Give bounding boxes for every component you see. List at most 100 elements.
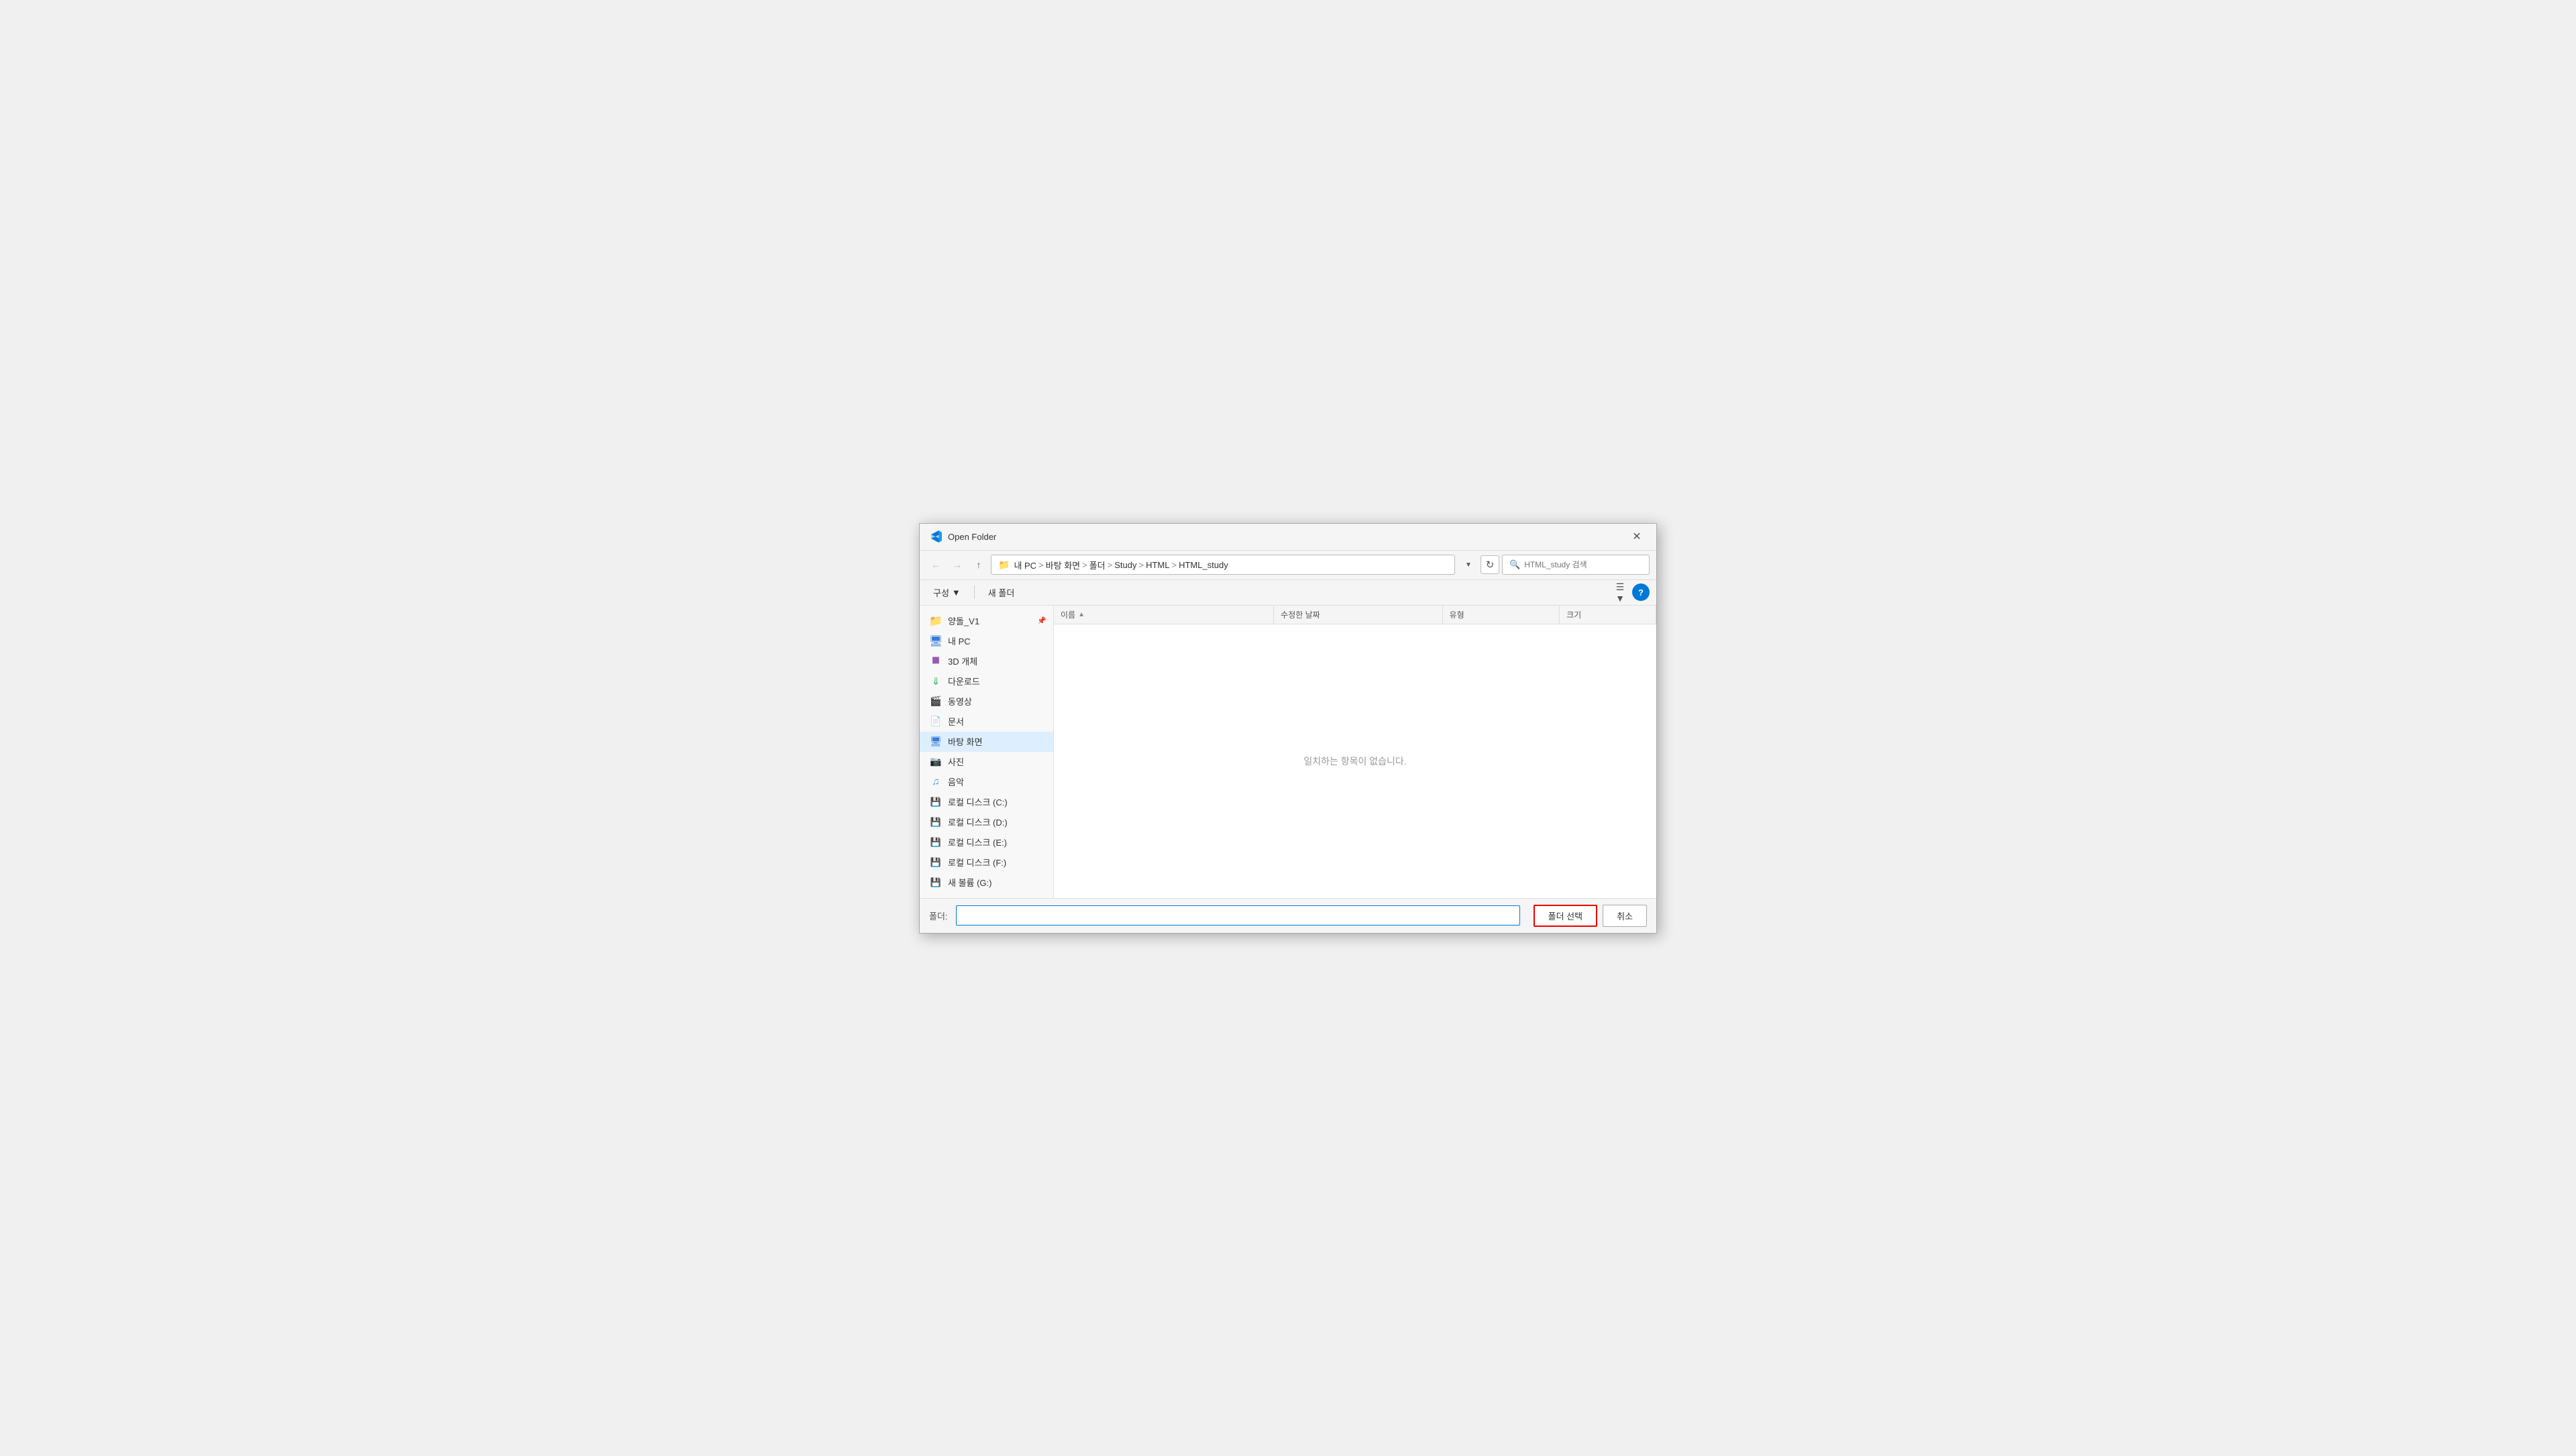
drive-icon-f: 💾: [929, 856, 943, 869]
3d-icon: ⯀: [929, 655, 943, 668]
drive-icon-g: 💾: [929, 876, 943, 889]
column-size-label: 크기: [1566, 609, 1581, 620]
sidebar-item-video[interactable]: 🎬 동영상: [920, 691, 1053, 712]
column-name-label: 이름: [1061, 609, 1075, 620]
file-header: 이름 ▲ 수정한 날짜 유형 크기: [1054, 606, 1656, 624]
toolbar: 구성 ▼ 새 폴더 ☰ ▼ ?: [920, 580, 1656, 606]
sidebar-item-local-c[interactable]: 💾 로컬 디스크 (C:): [920, 792, 1053, 812]
vscode-icon: [929, 530, 943, 543]
sidebar-label-local-e: 로컬 디스크 (E:): [948, 836, 1007, 848]
sidebar-item-local-f[interactable]: 💾 로컬 디스크 (F:): [920, 852, 1053, 873]
folder-label: 폴더:: [929, 909, 948, 922]
sidebar-label-mypc: 내 PC: [948, 634, 971, 647]
sidebar-label-music: 음악: [948, 775, 964, 788]
search-input[interactable]: [1524, 560, 1642, 569]
config-button[interactable]: 구성 ▼: [926, 583, 967, 602]
refresh-button[interactable]: ↻: [1481, 555, 1499, 574]
help-button[interactable]: ?: [1632, 583, 1650, 601]
title-bar: Open Folder ✕: [920, 524, 1656, 551]
pc-icon: 🖥: [929, 634, 943, 648]
sidebar-label-photo: 사진: [948, 755, 964, 768]
sidebar-label-3d: 3D 개체: [948, 655, 977, 667]
dialog-title: Open Folder: [948, 532, 1627, 542]
forward-button[interactable]: →: [948, 555, 967, 574]
close-button[interactable]: ✕: [1627, 526, 1647, 547]
sidebar-item-photo[interactable]: 📷 사진: [920, 752, 1053, 772]
path-dropdown-button[interactable]: ▼: [1459, 555, 1478, 574]
drive-icon-e: 💾: [929, 836, 943, 849]
config-label: 구성: [933, 586, 949, 599]
sidebar-label-doc: 문서: [948, 715, 964, 728]
sidebar-label-desktop: 바탕 화면: [948, 735, 982, 748]
sidebar-item-doc[interactable]: 📄 문서: [920, 712, 1053, 732]
cancel-button[interactable]: 취소: [1603, 905, 1647, 927]
file-area: 이름 ▲ 수정한 날짜 유형 크기 일치하는 항목이 없습니다.: [1054, 606, 1656, 898]
folder-icon: 📁: [929, 614, 943, 628]
bottom-bar: 폴더: 폴더 선택 취소: [920, 898, 1656, 933]
sidebar-label-video: 동영상: [948, 695, 972, 708]
path-part-desktop: 바탕 화면: [1046, 559, 1080, 571]
folder-input[interactable]: [956, 905, 1520, 926]
empty-message: 일치하는 항목이 없습니다.: [1303, 754, 1406, 768]
back-button[interactable]: ←: [926, 555, 945, 574]
column-type-label: 유형: [1450, 609, 1464, 620]
path-sep-4: >: [1138, 560, 1144, 570]
select-folder-button[interactable]: 폴더 선택: [1534, 905, 1597, 927]
sidebar-item-mypc[interactable]: 🖥 내 PC: [920, 631, 1053, 651]
drive-icon-c: 💾: [929, 795, 943, 809]
column-date[interactable]: 수정한 날짜: [1274, 606, 1442, 624]
new-folder-label: 새 폴더: [988, 586, 1015, 599]
sidebar-label-download: 다운로드: [948, 675, 980, 687]
toolbar-right: ☰ ▼ ?: [1611, 583, 1650, 602]
pin-icon: 📌: [1037, 616, 1046, 625]
toolbar-separator: [974, 585, 975, 599]
sidebar-label-yangtul: 양돌_V1: [948, 614, 979, 627]
sidebar-item-desktop[interactable]: 🖥 바탕 화면: [920, 732, 1053, 752]
sidebar-item-download[interactable]: ⇓ 다운로드: [920, 671, 1053, 691]
sidebar-item-local-d[interactable]: 💾 로컬 디스크 (D:): [920, 812, 1053, 832]
video-icon: 🎬: [929, 695, 943, 708]
sidebar-item-local-e[interactable]: 💾 로컬 디스크 (E:): [920, 832, 1053, 852]
address-bar: ← → ↑ 📁 내 PC > 바탕 화면 > 폴더 > Study > HTML…: [920, 551, 1656, 580]
download-icon: ⇓: [929, 675, 943, 688]
column-type[interactable]: 유형: [1443, 606, 1560, 624]
path-part-html-study: HTML_study: [1179, 560, 1228, 570]
desktop-icon: 🖥: [929, 735, 943, 748]
config-dropdown-icon: ▼: [952, 587, 961, 598]
path-part-study: Study: [1114, 560, 1136, 570]
search-box[interactable]: 🔍: [1502, 555, 1650, 575]
sidebar-item-yangtul[interactable]: 📁 양돌_V1 📌: [920, 611, 1053, 631]
sidebar: 📁 양돌_V1 📌 🖥 내 PC ⯀ 3D 개체 ⇓ 다운로드 🎬 동영상: [920, 606, 1054, 898]
path-sep: >: [1038, 560, 1044, 570]
new-folder-button[interactable]: 새 폴더: [981, 583, 1022, 602]
doc-icon: 📄: [929, 715, 943, 728]
address-path[interactable]: 📁 내 PC > 바탕 화면 > 폴더 > Study > HTML > HTM…: [991, 555, 1455, 575]
path-sep-5: >: [1171, 560, 1177, 570]
path-part-folder: 폴더: [1089, 559, 1106, 571]
sidebar-label-local-d: 로컬 디스크 (D:): [948, 816, 1008, 828]
main-content: 📁 양돌_V1 📌 🖥 내 PC ⯀ 3D 개체 ⇓ 다운로드 🎬 동영상: [920, 606, 1656, 898]
photo-icon: 📷: [929, 755, 943, 769]
open-folder-dialog: Open Folder ✕ ← → ↑ 📁 내 PC > 바탕 화면 > 폴더 …: [919, 523, 1657, 934]
up-button[interactable]: ↑: [969, 555, 988, 574]
sidebar-label-local-c: 로컬 디스크 (C:): [948, 795, 1008, 808]
view-options-button[interactable]: ☰ ▼: [1611, 583, 1629, 602]
sidebar-label-local-f: 로컬 디스크 (F:): [948, 856, 1006, 869]
sort-arrow-name: ▲: [1078, 611, 1085, 618]
sidebar-label-new-vol: 새 볼륨 (G:): [948, 876, 992, 889]
file-body: 일치하는 항목이 없습니다.: [1054, 624, 1656, 898]
path-part-html: HTML: [1146, 560, 1169, 570]
column-date-label: 수정한 날짜: [1281, 609, 1320, 620]
search-icon: 🔍: [1509, 559, 1520, 570]
column-name[interactable]: 이름 ▲: [1054, 606, 1274, 624]
sidebar-item-3d[interactable]: ⯀ 3D 개체: [920, 651, 1053, 671]
path-part-mypc: 내 PC: [1014, 559, 1036, 571]
column-size[interactable]: 크기: [1560, 606, 1656, 624]
sidebar-item-music[interactable]: ♫ 음악: [920, 772, 1053, 792]
path-sep-3: >: [1108, 560, 1113, 570]
bottom-buttons: 폴더 선택 취소: [1534, 905, 1647, 927]
path-sep-2: >: [1082, 560, 1087, 570]
music-icon: ♫: [929, 775, 943, 789]
path-folder-icon: 📁: [998, 559, 1010, 571]
sidebar-item-new-vol[interactable]: 💾 새 볼륨 (G:): [920, 873, 1053, 893]
